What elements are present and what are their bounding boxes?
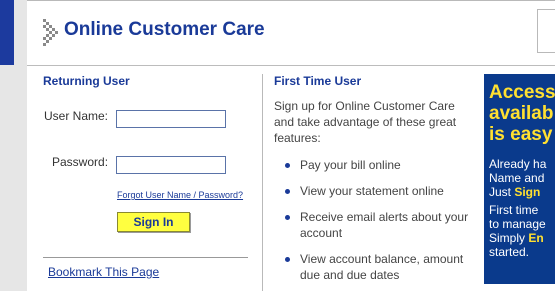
promo-banner: Access availab is easy Already ha Name a… xyxy=(484,74,555,284)
feature-list: Pay your bill online View your statement… xyxy=(274,157,474,291)
password-label: Password: xyxy=(52,155,109,169)
bookmark-link[interactable]: Bookmark This Page xyxy=(48,265,159,279)
list-item: View your statement online xyxy=(274,183,474,199)
promo-body: Already ha Name and Just Sign First time… xyxy=(489,157,546,259)
first-time-user-title: First Time User xyxy=(274,74,362,88)
list-item: Pay your bill online xyxy=(274,157,474,173)
feature-label: Pay your bill online xyxy=(300,158,401,172)
feature-label: View account balance, amount due and due… xyxy=(300,252,464,282)
bullet-icon xyxy=(285,189,290,194)
promo-line: Already ha xyxy=(489,157,547,171)
header-bottom-rule xyxy=(27,65,555,66)
header-box xyxy=(537,9,555,53)
promo-line: started. xyxy=(489,245,530,259)
feature-label: Receive email alerts about your account xyxy=(300,210,469,240)
password-input[interactable] xyxy=(116,156,226,174)
chevron-right-icon xyxy=(43,19,58,46)
promo-sign-in-text: Sign xyxy=(514,185,541,199)
brand-stripe xyxy=(0,0,14,65)
promo-line: First time xyxy=(489,203,539,217)
username-input[interactable] xyxy=(116,110,226,128)
bullet-icon xyxy=(285,163,290,168)
promo-heading: Access availab is easy xyxy=(489,82,555,145)
promo-line: Name and xyxy=(489,171,545,185)
page: Online Customer Care Returning User User… xyxy=(0,0,555,291)
sign-in-button[interactable]: Sign In xyxy=(117,212,190,232)
promo-line: to manage xyxy=(489,217,546,231)
promo-line: Just xyxy=(489,185,515,199)
feature-label: View your statement online xyxy=(300,184,444,198)
returning-user-title: Returning User xyxy=(43,74,130,88)
promo-enroll-text: En xyxy=(528,231,544,245)
bullet-icon xyxy=(285,257,290,262)
username-label: User Name: xyxy=(44,109,109,123)
section-divider xyxy=(43,257,248,258)
promo-line: Simply xyxy=(489,231,529,245)
page-title: Online Customer Care xyxy=(64,19,265,40)
signup-intro-text: Sign up for Online Customer Care and tak… xyxy=(274,99,457,145)
bullet-icon xyxy=(285,215,290,220)
list-item: View account balance, amount due and due… xyxy=(274,251,474,283)
header-top-rule xyxy=(27,0,555,1)
list-item: Receive email alerts about your account xyxy=(274,209,474,241)
column-divider xyxy=(262,74,263,291)
forgot-credentials-link[interactable]: Forgot User Name / Password? xyxy=(117,190,243,200)
